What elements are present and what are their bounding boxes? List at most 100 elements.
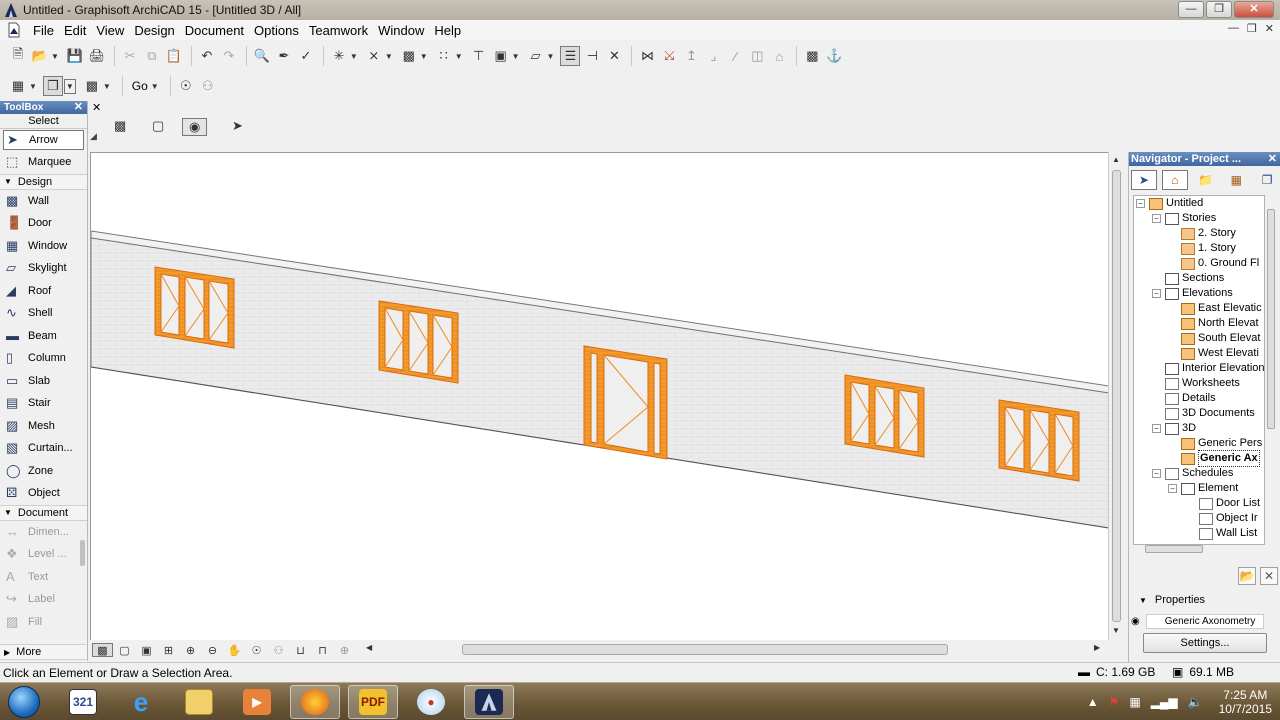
tree-item[interactable]: South Elevat [1181, 331, 1260, 346]
menu-edit[interactable]: Edit [59, 23, 91, 38]
measure-icon[interactable]: ⊣ [582, 46, 602, 66]
volume-icon[interactable]: 🔈 [1188, 695, 1203, 709]
scroll-left-icon[interactable]: ◀ [366, 643, 372, 652]
eyedropper-icon[interactable]: ✒ [274, 46, 294, 66]
calendar-app-button[interactable]: 321 [58, 685, 108, 719]
tree-item[interactable]: − 3D [1152, 421, 1196, 436]
media-player-button[interactable]: ▶ [232, 685, 282, 719]
split-icon[interactable]: ⋈ [637, 46, 657, 66]
copy-icon[interactable]: ⧉ [142, 46, 162, 66]
tool-label[interactable]: ↪ Label [0, 588, 87, 611]
tool-dimension[interactable]: ↔ Dimen... [0, 521, 87, 544]
view-map-tab-icon[interactable]: 📁 [1193, 170, 1219, 190]
magic-wand-dropdown-icon[interactable]: ▼ [350, 52, 358, 61]
window-element[interactable] [844, 374, 925, 458]
roof-trim-icon[interactable]: ⌂ [769, 46, 789, 66]
start-button[interactable] [8, 686, 40, 718]
find-select-icon[interactable]: 🔍 [252, 46, 272, 66]
pdf-app-button[interactable]: PDF [348, 685, 398, 719]
scroll-up-icon[interactable]: ▲ [1112, 155, 1120, 164]
collapse-icon[interactable]: − [1152, 424, 1161, 433]
minimize-button[interactable]: — [1178, 1, 1204, 18]
previous-zoom-icon[interactable]: ⊔ [290, 643, 311, 657]
zoom-out-icon[interactable]: ⊖ [202, 643, 223, 657]
orbit-icon[interactable]: ☉ [176, 76, 196, 96]
fillet-icon[interactable]: ⌟ [703, 46, 723, 66]
project-map-tab-icon[interactable]: ⌂ [1161, 170, 1188, 190]
lock-icon[interactable]: ▱ [526, 46, 546, 66]
tool-wall[interactable]: ▩ Wall [0, 190, 87, 213]
door-element[interactable] [583, 345, 668, 460]
window-element[interactable] [378, 300, 459, 384]
menu-design[interactable]: Design [129, 23, 179, 38]
tool-beam[interactable]: ▬ Beam [0, 325, 87, 348]
tree-horizontal-scrollbar[interactable] [1133, 543, 1265, 555]
close-button[interactable]: ✕ [1234, 1, 1274, 18]
scrollbar-thumb[interactable] [1267, 209, 1275, 429]
3d-window-icon[interactable]: ❐ [42, 76, 63, 96]
zoom-in-icon[interactable]: ⊕ [180, 643, 201, 657]
solid-ops-icon[interactable]: ⚓ [824, 46, 844, 66]
info-box-close-icon[interactable]: ✕ [92, 101, 101, 114]
trim-dropdown-icon[interactable]: ▼ [420, 52, 428, 61]
menu-view[interactable]: View [91, 23, 129, 38]
tree-item[interactable]: Worksheets [1165, 376, 1240, 391]
publisher-tab-icon[interactable]: ❐ [1254, 170, 1280, 190]
scrollbar-thumb[interactable] [1112, 170, 1121, 622]
toolbox-scrollbar[interactable] [80, 526, 86, 634]
adjust-icon[interactable]: ⤩ [659, 46, 679, 66]
scrollbar-thumb[interactable] [462, 644, 948, 655]
tool-fill[interactable]: ▨ Fill [0, 611, 87, 634]
marquee-shape-icon[interactable]: ▢ [152, 118, 164, 134]
new-folder-icon[interactable]: 📂 [1238, 567, 1256, 585]
menu-document[interactable]: Document [180, 23, 249, 38]
magic-wand-icon[interactable]: ✳ [329, 46, 349, 66]
scrollbar-thumb[interactable] [1145, 545, 1203, 553]
resize-icon[interactable]: ◫ [747, 46, 767, 66]
mdi-minimize-icon[interactable]: — [1228, 22, 1239, 35]
grip-handle-icon[interactable]: ◢ [90, 131, 97, 142]
scrollbar-thumb[interactable] [80, 540, 85, 566]
lock-dropdown-icon[interactable]: ▼ [547, 52, 555, 61]
next-zoom-icon[interactable]: ⊓ [312, 643, 333, 657]
align-icon[interactable]: ⊤ [469, 46, 489, 66]
geometry-method-icon[interactable]: ◉ [182, 118, 208, 136]
open-folder-icon[interactable]: 📂 [30, 46, 50, 66]
syringe-icon[interactable]: ✓ [296, 46, 316, 66]
properties-header[interactable]: ▼ Properties [1139, 594, 1205, 606]
tree-item[interactable]: − Schedules [1152, 466, 1233, 481]
menu-help[interactable]: Help [429, 23, 466, 38]
explode-icon[interactable]: ▩ [802, 46, 822, 66]
window-element[interactable] [154, 266, 235, 349]
firefox-button[interactable] [290, 685, 340, 719]
tool-door[interactable]: 🚪 Door [0, 212, 87, 235]
tree-item[interactable]: − Elevations [1152, 286, 1233, 301]
orbit-view-icon[interactable]: ☉ [246, 643, 267, 657]
tree-item[interactable]: 2. Story [1181, 226, 1236, 241]
tool-window[interactable]: ▦ Window [0, 235, 87, 258]
menu-file[interactable]: File [28, 23, 59, 38]
3d-viewport[interactable] [90, 152, 1108, 640]
internet-explorer-button[interactable]: e [116, 685, 166, 719]
pan-hand-icon[interactable]: ✋ [224, 643, 245, 657]
tool-slab[interactable]: ▭ Slab [0, 370, 87, 393]
tool-shell[interactable]: ∿ Shell [0, 302, 87, 325]
open-dropdown-icon[interactable]: ▼ [51, 52, 59, 61]
trace-icon[interactable]: ☰ [560, 46, 581, 66]
tree-item[interactable]: 1. Story [1181, 241, 1236, 256]
tree-item[interactable]: 0. Ground Fl [1181, 256, 1259, 271]
floor-plan-icon[interactable]: ▦ [8, 76, 28, 96]
tree-item[interactable]: East Elevatic [1181, 301, 1262, 316]
menu-window[interactable]: Window [373, 23, 429, 38]
undo-icon[interactable]: ↶ [197, 46, 217, 66]
tool-roof[interactable]: ◢ Roof [0, 280, 87, 303]
grid-snap-icon[interactable]: ∷ [434, 46, 454, 66]
document-section-header[interactable]: ▼ Document [0, 504, 87, 521]
scroll-right-icon[interactable]: ▶ [1094, 643, 1100, 652]
viewport-horizontal-scrollbar[interactable]: ◀ ▶ [366, 643, 1106, 657]
tool-level-dimension[interactable]: ❖ Level ... [0, 543, 87, 566]
paste-icon[interactable]: 📋 [164, 46, 184, 66]
paint-app-button[interactable]: ● [406, 685, 456, 719]
signal-icon[interactable]: ▂▄▆ [1151, 695, 1178, 709]
mdi-restore-icon[interactable]: ❐ [1247, 22, 1257, 35]
